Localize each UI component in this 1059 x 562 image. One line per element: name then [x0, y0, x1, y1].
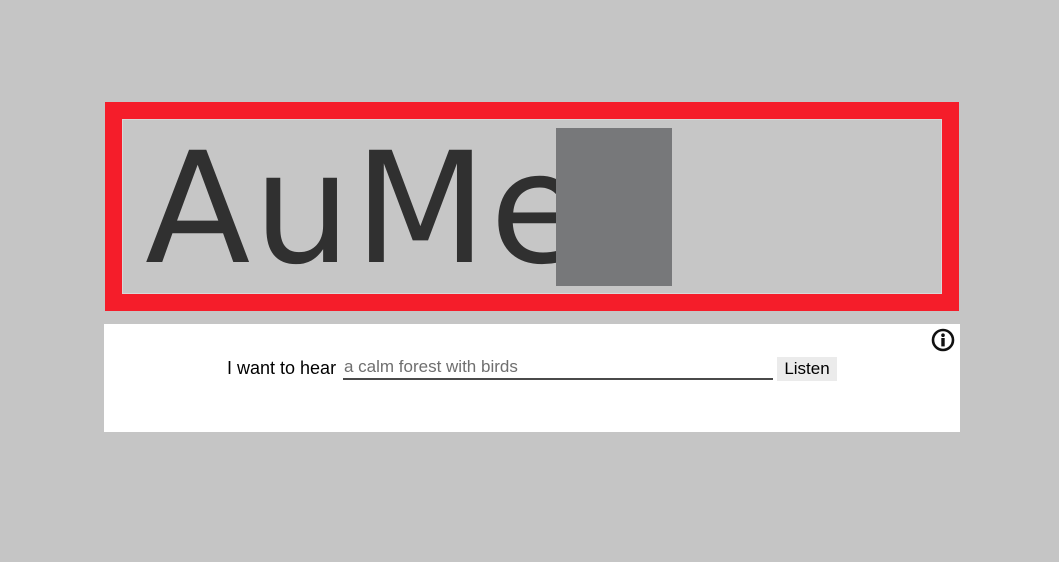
info-icon [931, 328, 955, 352]
text-cursor-block [556, 128, 672, 286]
info-button[interactable] [931, 328, 955, 352]
logo-display: AuMe [122, 119, 942, 299]
logo-banner: AuMe [105, 102, 959, 311]
query-panel: I want to hear Listen [104, 324, 960, 432]
listen-button[interactable]: Listen [777, 357, 837, 381]
logo-text: AuMe [145, 120, 588, 299]
sound-query-input[interactable] [343, 355, 773, 380]
prompt-label: I want to hear [227, 358, 337, 378]
